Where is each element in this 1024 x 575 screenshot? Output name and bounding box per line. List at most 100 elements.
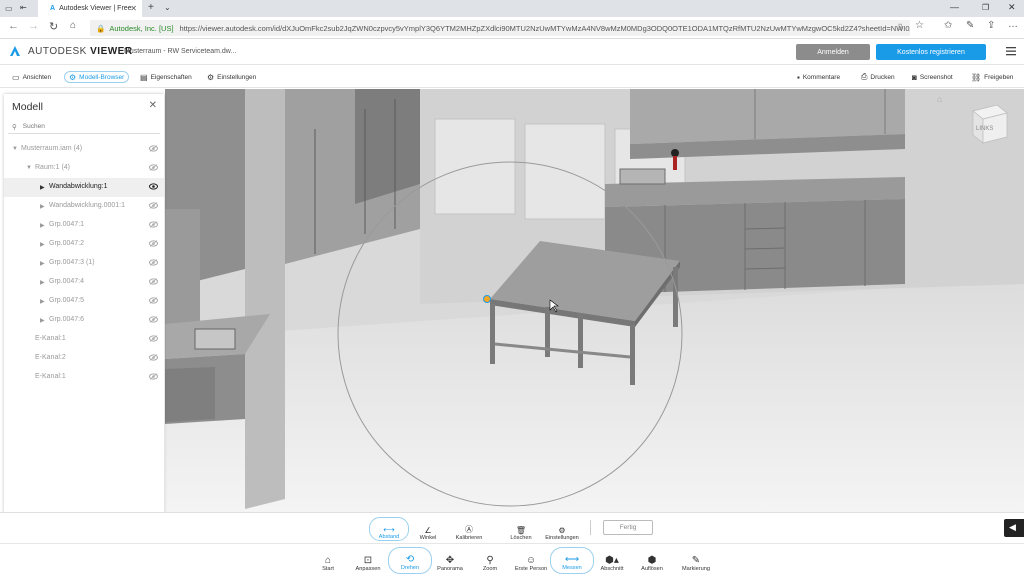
- views-button[interactable]: ▭ Ansichten: [12, 71, 51, 83]
- done-button[interactable]: Fertig: [603, 520, 653, 535]
- tree-expand-icon[interactable]: ▶: [40, 260, 45, 267]
- reading-view-icon[interactable]: ▯: [898, 22, 902, 31]
- brand-title: AUTODESK VIEWER: [28, 46, 133, 57]
- back-tabs-icon[interactable]: ⇤: [20, 3, 27, 12]
- angle-tool[interactable]: ∠ Winkel: [408, 517, 448, 541]
- hamburger-menu-icon[interactable]: [1006, 46, 1016, 56]
- tree-item[interactable]: ▶ Grp.0047:1: [4, 216, 164, 235]
- tree-item[interactable]: ▶ Grp.0047:2: [4, 235, 164, 254]
- back-icon[interactable]: ←: [8, 20, 19, 32]
- visibility-eye-icon[interactable]: [149, 316, 158, 323]
- browser-tab[interactable]: A Autodesk Viewer | Free ✕: [38, 0, 142, 17]
- distance-tool[interactable]: ⟷ Abstand: [369, 517, 409, 541]
- search-input[interactable]: ⚲ Suchen: [8, 120, 160, 134]
- tab-list-icon[interactable]: ⌄: [164, 3, 171, 12]
- settings-button[interactable]: ⚙ Einstellungen: [207, 71, 256, 83]
- login-button[interactable]: Anmelden: [796, 44, 870, 60]
- delete-tool[interactable]: 🗑 Löschen: [501, 517, 541, 541]
- tree-expand-icon[interactable]: ▶: [40, 241, 45, 248]
- 3d-viewport[interactable]: LINKS ⌂: [165, 89, 1024, 512]
- tree-item-label: E-Kanal:2: [35, 354, 66, 361]
- print-button[interactable]: ⎙ Drucken: [861, 71, 895, 83]
- restore-icon[interactable]: ❐: [982, 3, 989, 12]
- share-browser-icon[interactable]: ⇪: [987, 20, 995, 31]
- explode-tool[interactable]: ⬢ Auflösen: [630, 547, 674, 574]
- 3d-model-scene[interactable]: [165, 89, 1024, 512]
- toolbar-divider: [590, 520, 591, 535]
- tree-item[interactable]: ▶ Grp.0047:6: [4, 311, 164, 330]
- visibility-eye-icon[interactable]: [149, 202, 158, 209]
- tree-item[interactable]: ▼ Raum:1 (4): [4, 159, 164, 178]
- tree-expand-icon[interactable]: ▼: [26, 165, 32, 171]
- tree-expand-icon[interactable]: ▶: [40, 203, 45, 210]
- close-window-icon[interactable]: ✕: [1008, 2, 1016, 13]
- markup-label: Markierung: [682, 566, 710, 572]
- tree-item[interactable]: ▶ Wandabwicklung:1: [4, 178, 164, 197]
- url-field[interactable]: 🔒 Autodesk, Inc. [US] https://viewer.aut…: [90, 20, 910, 36]
- print-label: Drucken: [870, 73, 895, 81]
- calibrate-tool[interactable]: Ⓐ Kalibrieren: [449, 517, 489, 541]
- markup-tool[interactable]: ✎ Markierung: [674, 547, 718, 574]
- tree-item[interactable]: E-Kanal:1: [4, 330, 164, 349]
- visibility-eye-icon[interactable]: [149, 297, 158, 304]
- new-tab-icon[interactable]: +: [148, 2, 154, 13]
- properties-button[interactable]: ▤ Eigenschaften: [140, 71, 192, 83]
- first-person-tool[interactable]: ☺ Erste Person: [509, 547, 553, 574]
- orbit-tool[interactable]: ⟲ Drehen: [388, 547, 432, 574]
- comments-button[interactable]: ▪ Kommentare: [797, 71, 840, 83]
- close-panel-icon[interactable]: ✕: [149, 100, 157, 111]
- notes-icon[interactable]: ✎: [966, 20, 974, 31]
- tree-item[interactable]: E-Kanal:2: [4, 349, 164, 368]
- forward-icon[interactable]: →: [28, 20, 39, 32]
- tree-item[interactable]: ▼ Musterraum.iam (4): [4, 140, 164, 159]
- feedback-button[interactable]: ◀: [1004, 519, 1024, 537]
- visibility-eye-icon[interactable]: [149, 164, 158, 171]
- viewcube[interactable]: [967, 99, 1011, 149]
- visibility-eye-icon[interactable]: [149, 373, 158, 380]
- tree-item[interactable]: ▶ Grp.0047:3 (1): [4, 254, 164, 273]
- tree-expand-icon[interactable]: ▶: [40, 279, 45, 286]
- pan-tool[interactable]: ✥ Panorama: [428, 547, 472, 574]
- tree-item[interactable]: ▶ Wandabwicklung.0001:1: [4, 197, 164, 216]
- register-button[interactable]: Kostenlos registrieren: [876, 44, 986, 60]
- tree-item-label: Grp.0047:3 (1): [49, 259, 95, 266]
- home-browser-icon[interactable]: ⌂: [70, 20, 76, 31]
- viewcube-home-icon[interactable]: ⌂: [937, 94, 942, 104]
- close-tab-icon[interactable]: ✕: [130, 4, 137, 13]
- screenshot-button[interactable]: ◙ Screenshot: [912, 71, 953, 83]
- visibility-eye-icon[interactable]: [149, 259, 158, 266]
- measure-settings-tool[interactable]: ⚙ Einstellungen: [542, 517, 582, 541]
- visibility-eye-icon[interactable]: [149, 278, 158, 285]
- favorite-star-icon[interactable]: ☆: [915, 20, 924, 31]
- tree-item[interactable]: ▶ Grp.0047:4: [4, 273, 164, 292]
- visibility-eye-icon[interactable]: [149, 183, 158, 190]
- autodesk-logo-icon: [10, 46, 20, 56]
- tree-expand-icon[interactable]: ▶: [40, 298, 45, 305]
- home-tool[interactable]: ⌂ Start: [306, 547, 350, 574]
- share-button[interactable]: ⛓ Freigeben: [971, 71, 1013, 83]
- tree-item[interactable]: E-Kanal:1: [4, 368, 164, 387]
- favorites-icon[interactable]: ✩: [944, 20, 952, 31]
- tree-expand-icon[interactable]: ▶: [40, 317, 45, 324]
- tree-expand-icon[interactable]: ▼: [12, 146, 18, 152]
- visibility-eye-icon[interactable]: [149, 335, 158, 342]
- tree-item-label: Wandabwicklung:1: [49, 183, 108, 190]
- visibility-eye-icon[interactable]: [149, 354, 158, 361]
- more-icon[interactable]: …: [1008, 19, 1018, 30]
- screenshot-label: Screenshot: [919, 73, 953, 81]
- tree-item[interactable]: ▶ Grp.0047:5: [4, 292, 164, 311]
- minimize-icon[interactable]: —: [950, 2, 959, 12]
- tabs-menu-icon[interactable]: ▭: [5, 4, 13, 13]
- refresh-icon[interactable]: ↻: [49, 20, 58, 33]
- section-tool[interactable]: ⬢▴ Abschnitt: [590, 547, 634, 574]
- tree-expand-icon[interactable]: ▶: [40, 222, 45, 229]
- visibility-eye-icon[interactable]: [149, 221, 158, 228]
- fit-tool[interactable]: ⊡ Anpassen: [346, 547, 390, 574]
- zoom-tool[interactable]: ⚲ Zoom: [468, 547, 512, 574]
- tree-expand-icon[interactable]: ▶: [40, 184, 45, 191]
- model-browser-button[interactable]: ⚙ Modell-Browser: [64, 71, 130, 83]
- measure-tool[interactable]: ⟷ Messen: [550, 547, 594, 574]
- visibility-eye-icon[interactable]: [149, 240, 158, 247]
- tree-item-label: E-Kanal:1: [35, 373, 66, 380]
- visibility-eye-icon[interactable]: [149, 145, 158, 152]
